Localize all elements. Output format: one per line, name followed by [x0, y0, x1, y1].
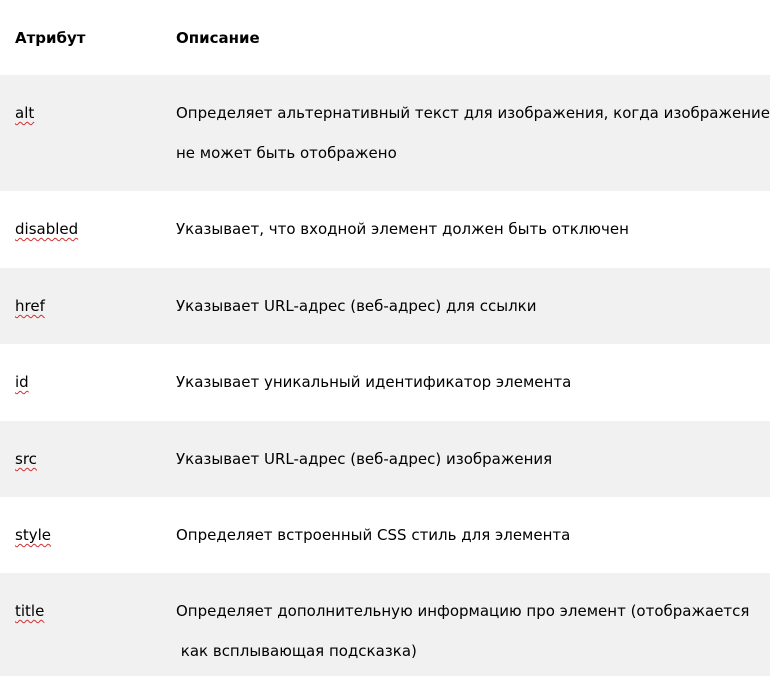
description-line: Определяет встроенный CSS стиль для элем…: [176, 526, 571, 544]
attribute-cell: src: [15, 439, 37, 479]
attribute-cell: alt: [15, 93, 34, 133]
description-cell: Указывает URL-адрес (веб-адрес) изображе…: [176, 439, 770, 479]
attribute-name: href: [15, 297, 45, 315]
attribute-cell: href: [15, 286, 45, 326]
table-row: id Указывает уникальный идентификатор эл…: [0, 344, 770, 421]
table-row: style Определяет встроенный CSS стиль дл…: [0, 497, 770, 573]
description-cell: Определяет встроенный CSS стиль для элем…: [176, 515, 770, 555]
header-description: Описание: [176, 29, 260, 47]
attribute-name: style: [15, 526, 51, 544]
description-cell: Определяет альтернативный текст для изоб…: [176, 93, 770, 173]
attribute-cell: disabled: [15, 209, 78, 249]
description-line: Определяет альтернативный текст для изоб…: [176, 104, 770, 122]
attributes-table: Атрибут Описание alt Определяет альтерна…: [0, 0, 770, 676]
description-cell: Указывает URL-адрес (веб-адрес) для ссыл…: [176, 286, 770, 326]
table-row: alt Определяет альтернативный текст для …: [0, 75, 770, 191]
attribute-cell: title: [15, 591, 44, 631]
attribute-name: disabled: [15, 220, 79, 238]
attribute-name: title: [15, 602, 45, 620]
attribute-name: id: [15, 373, 29, 391]
table-row: src Указывает URL-адрес (веб-адрес) изоб…: [0, 421, 770, 497]
description-line: Указывает URL-адрес (веб-адрес) для ссыл…: [176, 297, 537, 315]
description-cell: Определяет дополнительную информацию про…: [176, 591, 770, 671]
description-line: Указывает URL-адрес (веб-адрес) изображе…: [176, 450, 553, 468]
table-header-row: Атрибут Описание: [0, 0, 770, 75]
description-line: Указывает уникальный идентификатор элеме…: [176, 373, 572, 391]
attribute-cell: style: [15, 515, 51, 555]
description-line: Указывает, что входной элемент должен бы…: [176, 220, 629, 238]
description-cell: Указывает уникальный идентификатор элеме…: [176, 362, 770, 402]
description-line: не может быть отображено: [176, 144, 397, 162]
table-row: title Определяет дополнительную информац…: [0, 573, 770, 676]
attribute-name: alt: [15, 104, 35, 122]
description-line: как всплывающая подсказка): [176, 642, 417, 660]
table-row: href Указывает URL-адрес (веб-адрес) для…: [0, 268, 770, 344]
table-row: disabled Указывает, что входной элемент …: [0, 191, 770, 268]
attribute-cell: id: [15, 362, 29, 402]
attribute-name: src: [15, 450, 37, 468]
header-attribute: Атрибут: [15, 29, 86, 47]
description-cell: Указывает, что входной элемент должен бы…: [176, 209, 770, 249]
description-line: Определяет дополнительную информацию про…: [176, 602, 750, 620]
